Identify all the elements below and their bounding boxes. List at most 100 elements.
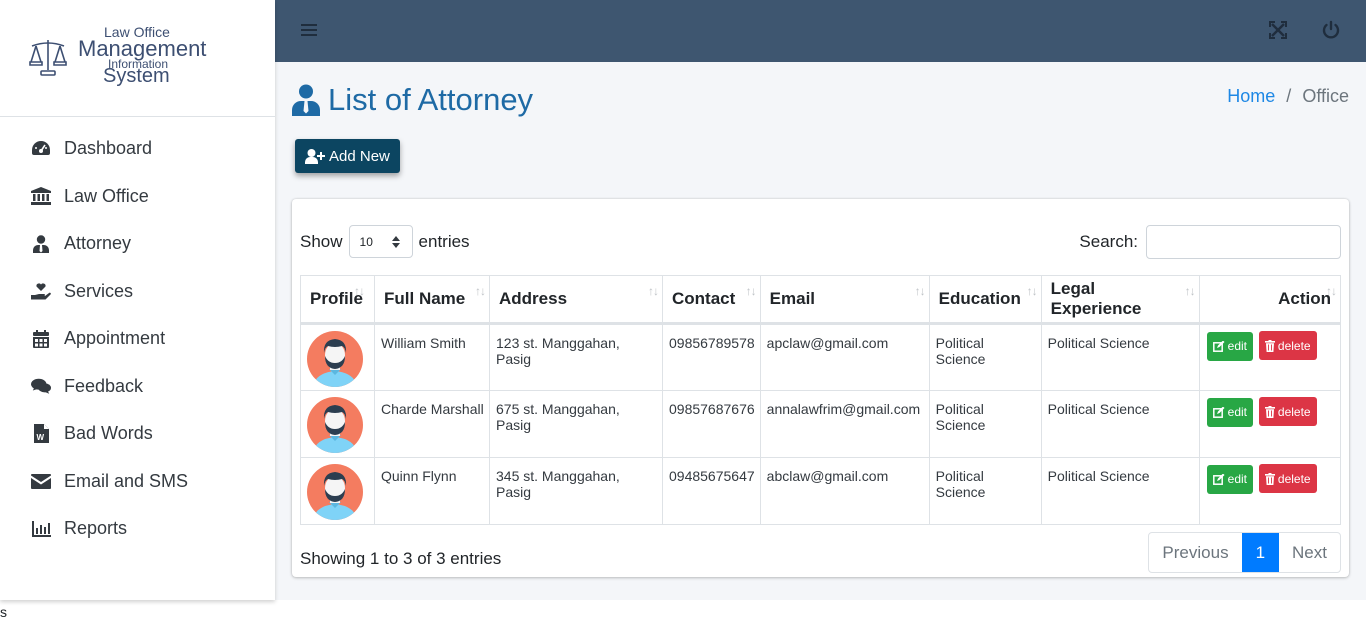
sort-icon: ↑↓ — [1326, 284, 1337, 298]
avatar[interactable] — [307, 397, 363, 453]
envelope-icon — [31, 471, 51, 491]
sidebar-item-label: Dashboard — [64, 138, 153, 159]
attorney-table-card: Show 10 entries Search: Profile ↑↓ Full N… — [292, 199, 1349, 577]
search-label: Search: — [1079, 232, 1138, 251]
sort-icon: ↑↓ — [1026, 284, 1038, 298]
pagination-previous[interactable]: Previous — [1149, 533, 1241, 572]
column-header-email[interactable]: Email ↑↓ — [759, 275, 930, 325]
action-cell: edit delete — [1198, 323, 1342, 391]
table-row: William Smith 123 st. Manggahan, Pasig 0… — [300, 323, 1342, 391]
sidebar-item-attorney[interactable]: Attorney — [0, 220, 275, 268]
attorney-table: Profile ↑↓ Full Name ↑↓ Address ↑↓ Contact ↑… — [300, 275, 1342, 525]
delete-label: delete — [1277, 404, 1311, 419]
page-length-value: 10 — [359, 234, 373, 249]
page-length-control: Show 10 entries — [300, 225, 470, 258]
breadcrumb-current: Office — [1302, 86, 1349, 106]
delete-label: delete — [1277, 338, 1311, 353]
legal-experience-cell: Political Science — [1040, 390, 1200, 458]
delete-button[interactable]: delete — [1258, 464, 1317, 493]
sort-icon: ↑↓ — [1184, 284, 1196, 298]
edit-button[interactable]: edit — [1206, 397, 1254, 427]
sidebar-item-reports[interactable]: Reports — [0, 505, 275, 553]
sidebar-item-feedback[interactable]: Feedback — [0, 363, 275, 411]
edit-button[interactable]: edit — [1206, 464, 1254, 494]
sidebar-item-dashboard[interactable]: Dashboard — [0, 125, 275, 173]
column-header-contact[interactable]: Contact ↑↓ — [662, 275, 761, 325]
action-cell: edit delete — [1198, 457, 1342, 525]
sidebar-item-law-office[interactable]: Law Office — [0, 173, 275, 221]
column-header-education[interactable]: Education ↑↓ — [928, 275, 1042, 325]
search-input[interactable] — [1146, 225, 1341, 259]
avatar[interactable] — [307, 464, 363, 520]
table-header-row: Profile ↑↓ Full Name ↑↓ Address ↑↓ Contact ↑… — [300, 275, 1342, 325]
sort-updown-icon — [391, 236, 400, 248]
add-new-button[interactable]: Add New — [295, 139, 400, 173]
profile-cell — [300, 323, 375, 391]
pagination-next[interactable]: Next — [1279, 533, 1340, 572]
table-row: Quinn Flynn 345 st. Manggahan, Pasig 094… — [300, 457, 1342, 525]
scales-of-justice-icon — [29, 40, 67, 76]
address-cell: 123 st. Manggahan, Pasig — [489, 323, 663, 391]
address-cell: 675 st. Manggahan, Pasig — [489, 390, 663, 458]
delete-label: delete — [1277, 471, 1311, 486]
page-length-select[interactable]: 10 — [348, 225, 413, 258]
sidebar-item-label: Services — [64, 280, 134, 301]
action-cell: edit delete — [1198, 390, 1342, 458]
user-plus-icon — [305, 148, 325, 164]
edit-icon — [1212, 406, 1225, 418]
trash-icon — [1264, 405, 1275, 418]
sidebar-item-label: Law Office — [64, 185, 149, 206]
delete-button[interactable]: delete — [1258, 397, 1317, 426]
column-header-action[interactable]: Action ↑↓ — [1198, 275, 1342, 325]
page-heading: List of Attorney — [328, 82, 534, 117]
avatar[interactable] — [307, 331, 363, 387]
table-row: Charde Marshall 675 st. Manggahan, Pasig… — [300, 390, 1342, 458]
email-cell: apclaw@gmail.com — [759, 323, 930, 391]
sidebar-item-email-sms[interactable]: Email and SMS — [0, 458, 275, 506]
show-label: Show — [300, 231, 343, 251]
sort-icon: ↑↓ — [475, 284, 486, 298]
search-control: Search: — [1079, 225, 1341, 259]
sidebar-item-label: Reports — [64, 518, 128, 539]
profile-cell — [300, 390, 375, 458]
sort-icon: ↑↓ — [648, 284, 659, 298]
hand-holding-heart-icon — [31, 281, 51, 301]
sidebar-item-label: Attorney — [64, 233, 132, 254]
stray-text: s — [0, 604, 7, 620]
topbar — [275, 0, 1366, 62]
bars-icon[interactable] — [301, 22, 317, 43]
edit-button[interactable]: edit — [1206, 331, 1254, 361]
brand-line-4: System — [103, 65, 170, 87]
column-header-legal-experience[interactable]: Legal Experience ↑↓ — [1040, 275, 1200, 325]
column-header-profile[interactable]: Profile ↑↓ — [300, 275, 375, 325]
contact-cell: 09856789578 — [662, 323, 761, 391]
expand-arrows-icon[interactable] — [1269, 21, 1287, 44]
breadcrumb: Home / Office — [1227, 86, 1349, 107]
sort-icon: ↑↓ — [914, 284, 926, 298]
edit-icon — [1212, 340, 1225, 352]
education-cell: Political Science — [928, 323, 1042, 391]
sidebar-item-services[interactable]: Services — [0, 268, 275, 316]
sidebar-item-label: Feedback — [64, 375, 144, 396]
sidebar-item-appointment[interactable]: Appointment — [0, 315, 275, 363]
brand-logo[interactable]: Law Office Management Information System — [0, 0, 275, 117]
contact-cell: 09485675647 — [662, 457, 761, 525]
legal-experience-cell: Political Science — [1040, 457, 1200, 525]
power-off-icon[interactable] — [1321, 20, 1341, 45]
legal-experience-cell: Political Science — [1040, 323, 1200, 391]
sidebar-item-label: Bad Words — [64, 423, 153, 444]
delete-button[interactable]: delete — [1258, 331, 1317, 360]
email-cell: annalawfrim@gmail.com — [759, 390, 930, 458]
pagination-page-1[interactable]: 1 — [1241, 533, 1280, 572]
breadcrumb-home-link[interactable]: Home — [1227, 86, 1275, 106]
sidebar-nav: Dashboard Law Office Attorney Services A… — [0, 117, 275, 553]
entries-label: entries — [418, 231, 470, 251]
column-header-full-name[interactable]: Full Name ↑↓ — [374, 275, 490, 325]
column-header-address[interactable]: Address ↑↓ — [489, 275, 663, 325]
chart-bar-icon — [31, 519, 51, 539]
tachometer-icon — [31, 139, 51, 159]
full-name-cell: Quinn Flynn — [374, 457, 490, 525]
sidebar-item-bad-words[interactable]: W Bad Words — [0, 410, 275, 458]
full-name-cell: Charde Marshall — [374, 390, 490, 458]
edit-label: edit — [1227, 405, 1248, 419]
